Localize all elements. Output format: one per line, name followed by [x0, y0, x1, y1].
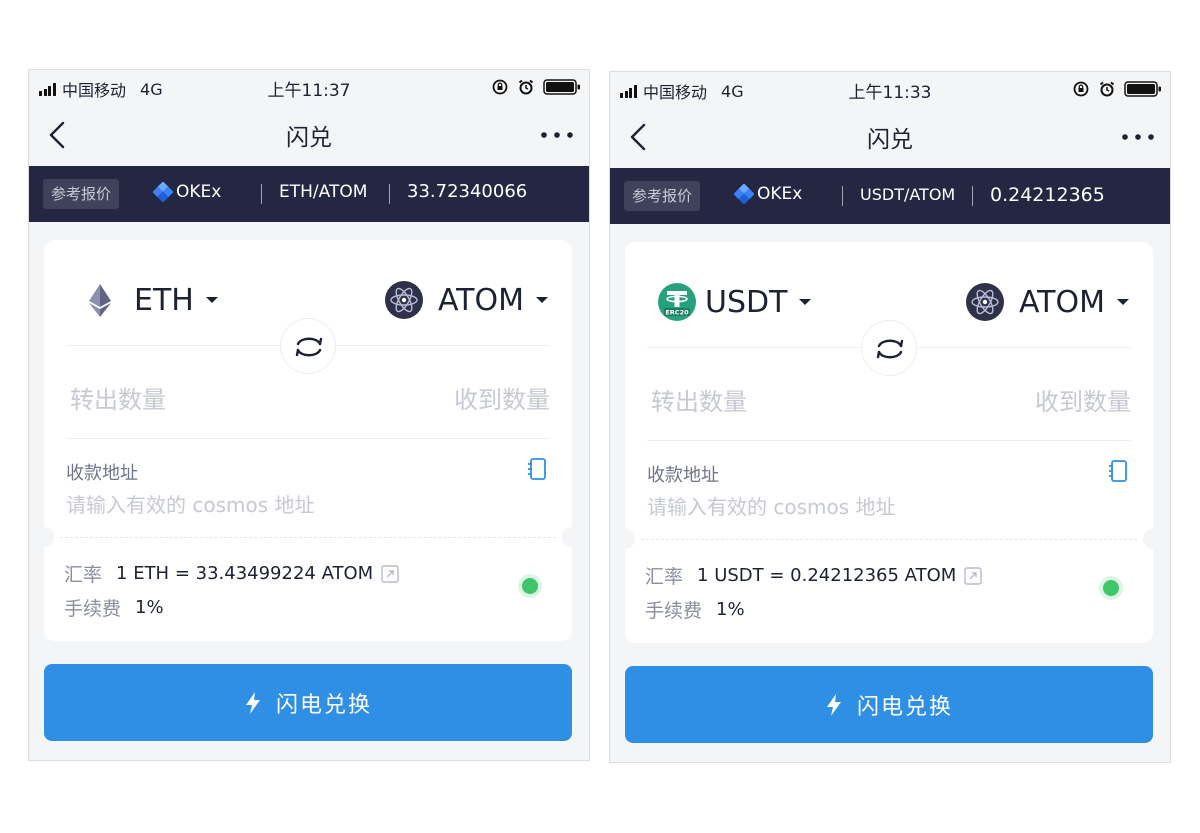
receive-address-label: 收款地址 — [66, 463, 138, 484]
from-coin-name: USDT — [705, 284, 788, 320]
swap-card: ETH ATOM 收款地址 汇率 1 ETH — [34, 240, 582, 641]
divider — [842, 186, 843, 206]
exchange-rate-row: 汇率 1 USDT = 0.24212365 ATOM — [645, 562, 982, 589]
flash-exchange-label: 闪电兑换 — [275, 692, 372, 718]
status-online-indicator — [1103, 580, 1119, 596]
chevron-down-icon — [1117, 299, 1129, 305]
fee-label: 手续费 — [645, 600, 703, 622]
exchange-name: OKEx — [176, 182, 222, 202]
okex-logo-icon — [153, 182, 173, 202]
send-amount-input[interactable] — [70, 386, 290, 414]
receive-address-input[interactable] — [647, 495, 1107, 519]
swap-direction-button[interactable] — [280, 318, 336, 374]
card-notch — [34, 527, 54, 547]
from-coin-name: ETH — [134, 282, 194, 318]
status-bar: 中国移动 4G 上午11:37 — [29, 70, 589, 104]
exchange-source: OKEx — [153, 182, 221, 202]
rotation-lock-icon — [1073, 81, 1089, 97]
fee-label: 手续费 — [64, 598, 122, 620]
reference-quote-badge: 参考报价 — [43, 179, 120, 209]
cosmos-atom-icon — [965, 283, 1004, 321]
dashed-divider — [60, 537, 556, 538]
more-options-icon[interactable] — [1120, 130, 1156, 144]
page-title: 闪兑 — [286, 125, 332, 151]
more-options-icon[interactable] — [539, 128, 575, 142]
alarm-icon — [1099, 81, 1115, 97]
rate-value: 1 ETH = 33.43499224 ATOM — [116, 563, 374, 584]
expand-icon[interactable] — [964, 566, 982, 585]
swap-arrows-icon — [295, 337, 323, 357]
status-bar: 中国移动 4G 上午11:33 — [610, 72, 1170, 106]
fee-row: 手续费 1% — [645, 596, 745, 623]
phone-screen-usdt: 中国移动 4G 上午11:33 闪兑 参考报价 OKEx USDT/ATOM 0… — [609, 71, 1171, 763]
reference-quote-badge: 参考报价 — [624, 181, 701, 211]
card-notch — [615, 529, 635, 549]
cosmos-atom-icon — [384, 281, 423, 319]
erc20-badge: ERC20 — [665, 308, 689, 316]
receive-amount-input[interactable] — [911, 388, 1131, 416]
card-notch — [562, 527, 582, 547]
reference-quote-bar: 参考报价 OKEx USDT/ATOM 0.24212365 — [610, 168, 1170, 224]
phone-screen-eth: 中国移动 4G 上午11:37 闪兑 参考报价 OKEx ETH/ATOM 33… — [28, 69, 590, 761]
divider — [647, 440, 1131, 441]
chevron-down-icon — [536, 297, 548, 303]
divider — [972, 186, 973, 206]
lightning-icon — [245, 691, 260, 714]
chevron-down-icon — [205, 297, 218, 303]
fee-value: 1% — [716, 599, 745, 620]
status-online-indicator — [522, 578, 538, 594]
fee-value: 1% — [135, 597, 164, 618]
divider — [261, 184, 262, 204]
dashed-divider — [641, 539, 1137, 540]
divider — [389, 184, 390, 204]
swap-arrows-icon — [876, 339, 904, 359]
alarm-icon — [518, 79, 534, 95]
exchange-name: OKEx — [757, 184, 803, 204]
trading-pair: ETH/ATOM — [279, 182, 368, 202]
from-coin-selector[interactable]: ETH — [80, 278, 218, 322]
receive-address-input[interactable] — [66, 493, 526, 517]
swap-direction-button[interactable] — [861, 320, 917, 376]
address-book-icon[interactable] — [1107, 459, 1129, 483]
battery-icon — [543, 79, 580, 95]
to-coin-name: ATOM — [1018, 284, 1105, 320]
exchange-source: OKEx — [734, 184, 802, 204]
rotation-lock-icon — [492, 79, 508, 95]
rate-value: 1 USDT = 0.24212365 ATOM — [697, 565, 957, 586]
card-notch — [1143, 529, 1163, 549]
page-title: 闪兑 — [867, 127, 913, 153]
reference-price: 0.24212365 — [990, 184, 1105, 206]
chevron-down-icon — [799, 299, 812, 305]
receive-amount-input[interactable] — [330, 386, 550, 414]
from-coin-selector[interactable]: ERC20 USDT — [657, 280, 812, 324]
swap-card: ERC20 USDT ATOM 收款地址 — [615, 242, 1163, 643]
flash-exchange-label: 闪电兑换 — [856, 694, 953, 720]
to-coin-selector[interactable]: ATOM — [965, 280, 1129, 324]
reference-price: 33.72340066 — [407, 181, 528, 202]
exchange-rate-row: 汇率 1 ETH = 33.43499224 ATOM — [64, 560, 399, 587]
ethereum-icon — [89, 284, 111, 317]
flash-exchange-button[interactable]: 闪电兑换 — [625, 666, 1153, 743]
okex-logo-icon — [734, 184, 754, 204]
divider — [66, 438, 550, 439]
lightning-icon — [826, 693, 841, 716]
battery-icon — [1124, 81, 1161, 97]
nav-bar: 闪兑 — [29, 104, 589, 166]
to-coin-selector[interactable]: ATOM — [384, 278, 548, 322]
flash-exchange-button[interactable]: 闪电兑换 — [44, 664, 572, 741]
address-book-icon[interactable] — [526, 457, 548, 481]
trading-pair: USDT/ATOM — [860, 185, 956, 204]
fee-row: 手续费 1% — [64, 594, 164, 621]
expand-icon[interactable] — [381, 564, 399, 583]
send-amount-input[interactable] — [651, 388, 871, 416]
receive-address-label: 收款地址 — [647, 465, 719, 486]
nav-bar: 闪兑 — [610, 106, 1170, 168]
rate-label: 汇率 — [64, 564, 103, 586]
rate-label: 汇率 — [645, 566, 684, 588]
to-coin-name: ATOM — [437, 282, 524, 318]
reference-quote-bar: 参考报价 OKEx ETH/ATOM 33.72340066 — [29, 166, 589, 222]
tether-usdt-icon: ERC20 — [658, 283, 696, 321]
